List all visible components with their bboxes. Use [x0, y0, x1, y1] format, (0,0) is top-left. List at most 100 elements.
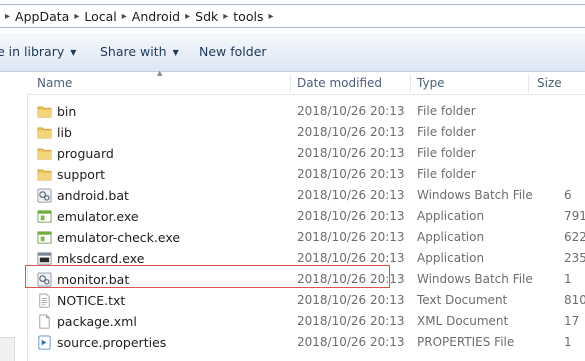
dropdown-arrow-icon: ▼ — [172, 48, 179, 57]
file-row[interactable]: android.bat 2018/10/26 20:13 Windows Batch… — [27, 185, 585, 206]
chevron-right-icon[interactable]: ▸ — [74, 11, 79, 22]
file-type: File folder — [417, 125, 476, 139]
file-row[interactable]: emulator-check.exe 2018/10/26 20:13 Applic… — [27, 227, 585, 248]
file-date-modified: 2018/10/26 20:13 — [297, 293, 405, 307]
file-name: support — [57, 167, 105, 182]
file-size: 1 — [564, 272, 572, 286]
file-date-modified: 2018/10/26 20:13 — [297, 167, 405, 181]
address-bar: ▸ AppData ▸ Local ▸ Android ▸ Sdk ▸ tool… — [0, 0, 585, 33]
file-size: 6 — [564, 188, 572, 202]
file-date-modified: 2018/10/26 20:13 — [297, 272, 405, 286]
file-size: 810 — [564, 293, 585, 307]
file-type: Text Document — [417, 293, 508, 307]
file-row[interactable]: source.properties 2018/10/26 20:13 PROPERT… — [27, 332, 585, 353]
file-date-modified: 2018/10/26 20:13 — [297, 251, 405, 265]
chevron-right-icon[interactable]: ▸ — [5, 11, 10, 22]
file-row[interactable]: emulator.exe 2018/10/26 20:13 Application 7… — [27, 206, 585, 227]
include-in-library-button[interactable]: e in library ▼ — [0, 33, 76, 71]
file-name: emulator.exe — [57, 209, 139, 224]
file-row[interactable]: bin 2018/10/26 20:13 File folder — [27, 101, 585, 122]
file-size: 622 — [564, 230, 585, 244]
file-date-modified: 2018/10/26 20:13 — [297, 104, 405, 118]
column-size[interactable]: Size — [537, 72, 562, 94]
file-name: android.bat — [57, 188, 129, 203]
application-icon — [37, 209, 52, 224]
file-name: emulator-check.exe — [57, 230, 181, 245]
file-name: mksdcard.exe — [57, 251, 145, 266]
navigation-scrollbar[interactable] — [0, 337, 15, 361]
dropdown-arrow-icon: ▼ — [70, 48, 77, 57]
file-name: package.xml — [57, 314, 137, 329]
file-name: source.properties — [57, 335, 167, 350]
file-name: monitor.bat — [57, 272, 130, 287]
breadcrumb-item-sdk[interactable]: Sdk — [195, 9, 218, 24]
file-row[interactable]: mksdcard.exe 2018/10/26 20:13 Application 2… — [27, 248, 585, 269]
file-date-modified: 2018/10/26 20:13 — [297, 314, 405, 328]
file-row[interactable]: NOTICE.txt 2018/10/26 20:13 Text Document 8… — [27, 290, 585, 311]
file-type: File folder — [417, 146, 476, 160]
file-row[interactable]: support 2018/10/26 20:13 File folder — [27, 164, 585, 185]
share-with-button[interactable]: Share with ▼ — [100, 33, 179, 71]
file-type: Windows Batch File — [417, 272, 533, 286]
chevron-right-icon[interactable]: ▸ — [122, 11, 127, 22]
file-date-modified: 2018/10/26 20:13 — [297, 146, 405, 160]
document-icon — [37, 314, 52, 329]
column-divider[interactable] — [290, 74, 291, 93]
sort-ascending-icon: ▲ — [157, 69, 163, 77]
application-icon — [37, 230, 52, 245]
breadcrumb-item-tools[interactable]: tools — [233, 9, 263, 24]
file-date-modified: 2018/10/26 20:13 — [297, 335, 405, 349]
file-name: lib — [57, 125, 72, 140]
console-app-icon — [37, 251, 52, 266]
folder-icon — [37, 167, 52, 182]
file-type: Windows Batch File — [417, 188, 533, 202]
file-type: Application — [417, 230, 485, 244]
breadcrumb-item-local[interactable]: Local — [84, 9, 116, 24]
file-size: 1 — [564, 335, 572, 349]
file-type: File folder — [417, 167, 476, 181]
text-file-icon — [37, 293, 52, 308]
file-date-modified: 2018/10/26 20:13 — [297, 209, 405, 223]
file-date-modified: 2018/10/26 20:13 — [297, 230, 405, 244]
command-bar: e in library ▼ Share with ▼ New folder — [0, 33, 585, 72]
file-type: Application — [417, 251, 485, 265]
chevron-right-icon[interactable]: ▸ — [223, 11, 228, 22]
file-name: bin — [57, 104, 77, 119]
column-divider[interactable] — [410, 74, 411, 93]
new-folder-button[interactable]: New folder — [199, 33, 267, 71]
chevron-right-icon[interactable]: ▸ — [185, 11, 190, 22]
file-row[interactable]: proguard 2018/10/26 20:13 File folder — [27, 143, 585, 164]
file-list: bin 2018/10/26 20:13 File folder lib 2018/10… — [27, 101, 585, 353]
file-type: Application — [417, 209, 485, 223]
breadcrumb: ▸ AppData ▸ Local ▸ Android ▸ Sdk ▸ tool… — [0, 4, 279, 28]
batch-file-icon — [37, 188, 52, 203]
file-name: proguard — [57, 146, 114, 161]
file-name: NOTICE.txt — [57, 293, 126, 308]
share-with-label: Share with — [100, 44, 167, 59]
folder-icon — [37, 125, 52, 140]
file-row[interactable]: package.xml 2018/10/26 20:13 XML Document 1… — [27, 311, 585, 332]
column-date-modified[interactable]: Date modified — [297, 72, 382, 94]
file-type: File folder — [417, 104, 476, 118]
column-name[interactable]: Name — [37, 72, 72, 94]
file-size: 791 — [564, 209, 585, 223]
breadcrumb-item-android[interactable]: Android — [132, 9, 180, 24]
file-row[interactable]: lib 2018/10/26 20:13 File folder — [27, 122, 585, 143]
include-in-library-label: e in library — [0, 44, 65, 59]
breadcrumb-item-appdata[interactable]: AppData — [15, 9, 69, 24]
file-size: 235 — [564, 251, 585, 265]
file-size: 17 — [564, 314, 580, 328]
navigation-pane[interactable] — [0, 72, 28, 361]
file-type: XML Document — [417, 314, 509, 328]
file-row[interactable]: monitor.bat 2018/10/26 20:13 Windows Batch… — [27, 269, 585, 290]
file-date-modified: 2018/10/26 20:13 — [297, 188, 405, 202]
new-folder-label: New folder — [199, 44, 267, 59]
column-type[interactable]: Type — [417, 72, 445, 94]
chevron-right-icon[interactable]: ▸ — [268, 11, 273, 22]
column-header: ▲ Name Date modified Type Size — [27, 69, 585, 95]
column-divider[interactable] — [528, 74, 529, 93]
folder-icon — [37, 104, 52, 119]
file-date-modified: 2018/10/26 20:13 — [297, 125, 405, 139]
batch-file-icon — [37, 272, 52, 287]
properties-file-icon — [37, 335, 52, 350]
